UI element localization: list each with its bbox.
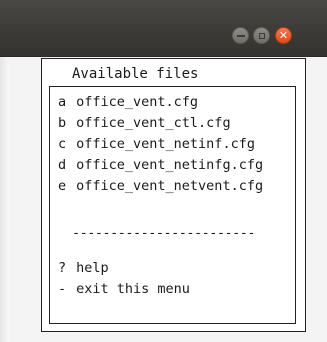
menu-item-key: e (58, 178, 67, 194)
menu-item-label: office_vent_netinfg.cfg (76, 157, 264, 173)
close-button[interactable]: ✕ (275, 27, 292, 44)
menu-item-file-d[interactable]: d office_vent_netinfg.cfg (58, 156, 263, 174)
left-window-edge (0, 57, 9, 342)
menu-item-key: c (58, 136, 67, 152)
maximize-button[interactable] (253, 27, 270, 44)
menu-item-label: office_vent_netvent.cfg (76, 178, 264, 194)
menu-item-file-b[interactable]: b office_vent_ctl.cfg (58, 114, 231, 132)
menu-item-label: office_vent_netinf.cfg (76, 136, 255, 152)
minimize-icon (236, 34, 245, 37)
menu-item-key: b (58, 115, 67, 131)
menu-item-exit[interactable]: - exit this menu (58, 280, 190, 298)
menu-item-key: - (58, 281, 67, 297)
menu-item-label: office_vent.cfg (76, 94, 199, 110)
menu-item-help[interactable]: ? help (58, 259, 109, 277)
menu-item-key: a (58, 94, 67, 110)
close-icon: ✕ (278, 29, 289, 42)
minimize-button[interactable] (232, 27, 249, 44)
menu-item-file-a[interactable]: a office_vent.cfg (58, 93, 198, 111)
menu-title: Available files (72, 66, 199, 82)
maximize-icon (258, 32, 265, 39)
menu-item-label: office_vent_ctl.cfg (76, 115, 231, 131)
menu-item-label: help (76, 260, 109, 276)
menu-item-file-e[interactable]: e office_vent_netvent.cfg (58, 177, 263, 195)
menu-item-key: ? (58, 260, 67, 276)
menu-item-key: d (58, 157, 67, 173)
file-menu-dialog: Available files a office_vent.cfg b offi… (41, 58, 306, 332)
menu-item-label: exit this menu (76, 281, 190, 297)
window-titlebar[interactable]: ✕ (0, 0, 327, 57)
right-window-edge (306, 57, 327, 342)
file-menu-list: a office_vent.cfg b office_vent_ctl.cfg … (49, 86, 296, 324)
menu-separator: ------------------------ (72, 225, 256, 241)
menu-item-file-c[interactable]: c office_vent_netinf.cfg (58, 135, 255, 153)
